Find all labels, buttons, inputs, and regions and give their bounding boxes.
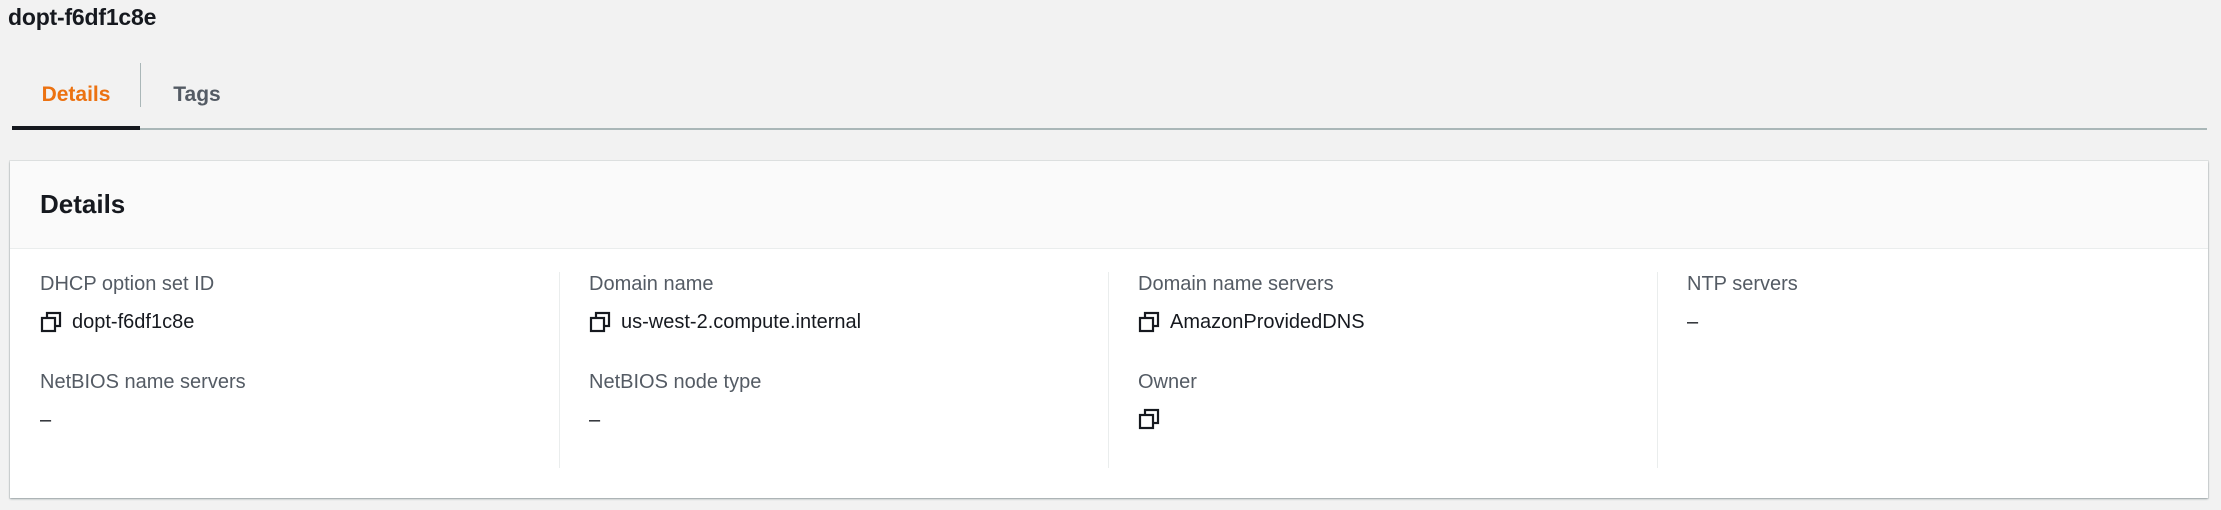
field-dhcp-option-set-id: DHCP option set ID dopt-f6df1c8e [40, 272, 214, 334]
copy-icon[interactable] [1138, 408, 1160, 430]
field-value: – [589, 408, 761, 432]
tab-details[interactable]: Details [12, 62, 140, 130]
page-title: dopt-f6df1c8e [8, 4, 157, 30]
field-value: AmazonProvidedDNS [1138, 310, 1365, 334]
field-value: us-west-2.compute.internal [589, 310, 861, 334]
tab-tags[interactable]: Tags [141, 62, 253, 128]
field-domain-name: Domain name us-west-2.compute.internal [589, 272, 861, 334]
field-netbios-name-servers: NetBIOS name servers – [40, 370, 246, 432]
details-panel: Details DHCP option set ID dopt-f6df1c8e [10, 161, 2208, 498]
field-owner: Owner [1138, 370, 1197, 430]
netbios-node-type-value: – [589, 409, 601, 431]
details-column-3: Domain name servers AmazonProvidedDNS Ow… [1138, 272, 1658, 468]
copy-icon[interactable] [40, 311, 62, 333]
field-domain-name-servers: Domain name servers AmazonProvidedDNS [1138, 272, 1365, 334]
field-label: Domain name servers [1138, 273, 1334, 295]
tab-details-label: Details [41, 83, 111, 106]
field-label: DHCP option set ID [40, 273, 215, 295]
field-label: NTP servers [1687, 273, 1798, 295]
panel-title: Details [40, 189, 126, 219]
details-column-1: DHCP option set ID dopt-f6df1c8e NetBIOS… [40, 272, 560, 468]
field-label: Domain name [589, 273, 714, 295]
field-value [1138, 408, 1197, 430]
details-column-2: Domain name us-west-2.compute.internal N… [589, 272, 1109, 468]
dhcp-option-set-id-value: dopt-f6df1c8e [72, 311, 195, 333]
field-label: NetBIOS node type [589, 371, 762, 393]
field-value: – [1687, 310, 1798, 334]
domain-name-value: us-west-2.compute.internal [621, 311, 862, 333]
copy-icon[interactable] [1138, 311, 1160, 333]
details-columns: DHCP option set ID dopt-f6df1c8e NetBIOS… [10, 272, 2208, 468]
ntp-servers-value: – [1687, 311, 1699, 333]
domain-name-servers-value: AmazonProvidedDNS [1170, 311, 1365, 333]
field-label: Owner [1138, 371, 1197, 393]
panel-header: Details [10, 161, 2208, 249]
field-value: dopt-f6df1c8e [40, 310, 214, 334]
field-ntp-servers: NTP servers – [1687, 272, 1798, 334]
field-label: NetBIOS name servers [40, 371, 246, 393]
field-value: – [40, 408, 246, 432]
details-column-4: NTP servers – [1687, 272, 2187, 468]
copy-icon[interactable] [589, 311, 611, 333]
netbios-name-servers-value: – [40, 409, 52, 431]
tab-bar: Details Tags [12, 62, 2207, 130]
field-netbios-node-type: NetBIOS node type – [589, 370, 761, 432]
tab-tags-label: Tags [173, 83, 221, 106]
